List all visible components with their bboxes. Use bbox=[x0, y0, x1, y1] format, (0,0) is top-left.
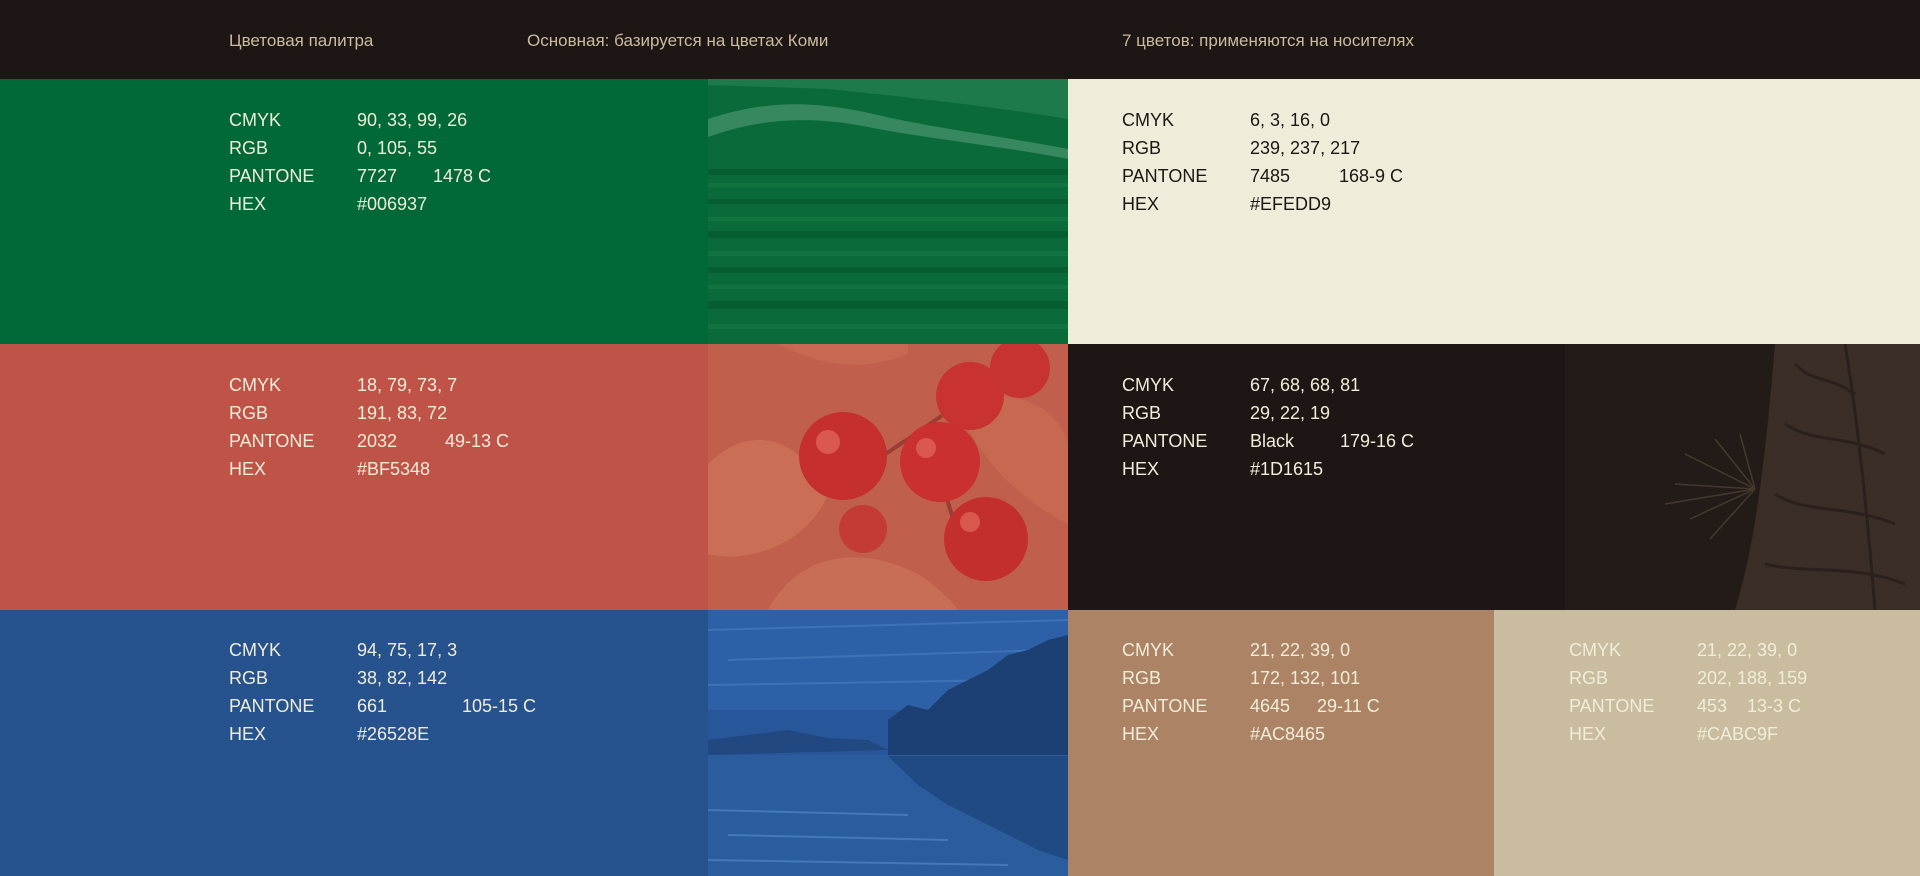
label-cmyk: CMYK bbox=[1122, 375, 1175, 395]
value-rgb: 38, 82, 142 bbox=[357, 668, 448, 688]
main-colors-caption: Основная: базируется на цветах Коми bbox=[527, 31, 829, 50]
swatch-red bbox=[0, 344, 708, 610]
value-rgb: 29, 22, 19 bbox=[1250, 403, 1331, 423]
label-cmyk: CMYK bbox=[1122, 110, 1175, 130]
swatch-cream bbox=[1068, 79, 1920, 344]
value-hex: #EFEDD9 bbox=[1250, 194, 1332, 214]
secondary-colors-caption: 7 цветов: применяются на носителях bbox=[1122, 31, 1414, 50]
value-hex: #26528E bbox=[357, 724, 430, 744]
pine-bark-photo bbox=[1565, 344, 1920, 610]
value-pantone: Black bbox=[1250, 431, 1295, 451]
label-rgb: RGB bbox=[229, 403, 269, 423]
label-hex: HEX bbox=[229, 724, 267, 744]
label-pantone: PANTONE bbox=[1569, 696, 1655, 716]
forest-lake-photo bbox=[708, 610, 1068, 876]
value-pantone: 453 bbox=[1697, 696, 1728, 716]
label-rgb: RGB bbox=[229, 138, 269, 158]
value-hex: #BF5348 bbox=[357, 459, 431, 479]
value-pantone: 7727 bbox=[357, 166, 398, 186]
value-rgb: 0, 105, 55 bbox=[357, 138, 438, 158]
forest-river-photo bbox=[708, 79, 1068, 344]
palette-title: Цветовая палитра bbox=[229, 31, 374, 50]
label-hex: HEX bbox=[1122, 724, 1160, 744]
label-cmyk: CMYK bbox=[229, 375, 282, 395]
value-pantone-alt: 49-13 C bbox=[445, 431, 510, 451]
label-rgb: RGB bbox=[1569, 668, 1609, 688]
value-cmyk: 18, 79, 73, 7 bbox=[357, 375, 458, 395]
swatch-green bbox=[0, 79, 708, 344]
label-rgb: RGB bbox=[1122, 668, 1162, 688]
value-pantone-alt: 1478 C bbox=[433, 166, 492, 186]
label-rgb: RGB bbox=[229, 668, 269, 688]
value-rgb: 172, 132, 101 bbox=[1250, 668, 1361, 688]
value-pantone-alt: 13-3 C bbox=[1747, 696, 1802, 716]
label-cmyk: CMYK bbox=[229, 110, 282, 130]
value-rgb: 239, 237, 217 bbox=[1250, 138, 1361, 158]
value-pantone: 2032 bbox=[357, 431, 398, 451]
lingonberry-photo bbox=[708, 344, 1068, 610]
label-cmyk: CMYK bbox=[1569, 640, 1622, 660]
label-pantone: PANTONE bbox=[1122, 696, 1208, 716]
value-cmyk: 6, 3, 16, 0 bbox=[1250, 110, 1331, 130]
label-cmyk: CMYK bbox=[229, 640, 282, 660]
value-hex: #CABC9F bbox=[1697, 724, 1779, 744]
value-hex: #006937 bbox=[357, 194, 428, 214]
value-pantone: 4645 bbox=[1250, 696, 1291, 716]
value-pantone-alt: 105-15 C bbox=[462, 696, 537, 716]
header-bar: Цветовая палитра Основная: базируется на… bbox=[0, 0, 1920, 79]
value-rgb: 191, 83, 72 bbox=[357, 403, 448, 423]
value-hex: #1D1615 bbox=[1250, 459, 1324, 479]
value-cmyk: 21, 22, 39, 0 bbox=[1250, 640, 1351, 660]
label-rgb: RGB bbox=[1122, 403, 1162, 423]
label-hex: HEX bbox=[229, 194, 267, 214]
swatch-blue bbox=[0, 610, 708, 876]
value-pantone-alt: 179-16 C bbox=[1340, 431, 1415, 451]
color-palette-page: Цветовая палитра Основная: базируется на… bbox=[0, 0, 1920, 876]
label-rgb: RGB bbox=[1122, 138, 1162, 158]
label-pantone: PANTONE bbox=[1122, 166, 1208, 186]
label-pantone: PANTONE bbox=[229, 166, 315, 186]
value-pantone: 7485 bbox=[1250, 166, 1291, 186]
value-cmyk: 90, 33, 99, 26 bbox=[357, 110, 468, 130]
label-hex: HEX bbox=[229, 459, 267, 479]
label-cmyk: CMYK bbox=[1122, 640, 1175, 660]
label-hex: HEX bbox=[1122, 459, 1160, 479]
label-hex: HEX bbox=[1122, 194, 1160, 214]
value-cmyk: 21, 22, 39, 0 bbox=[1697, 640, 1798, 660]
value-cmyk: 94, 75, 17, 3 bbox=[357, 640, 458, 660]
value-rgb: 202, 188, 159 bbox=[1697, 668, 1808, 688]
value-pantone: 661 bbox=[357, 696, 388, 716]
value-pantone-alt: 168-9 C bbox=[1339, 166, 1404, 186]
value-hex: #AC8465 bbox=[1250, 724, 1326, 744]
label-hex: HEX bbox=[1569, 724, 1607, 744]
label-pantone: PANTONE bbox=[229, 696, 315, 716]
label-pantone: PANTONE bbox=[1122, 431, 1208, 451]
value-cmyk: 67, 68, 68, 81 bbox=[1250, 375, 1361, 395]
value-pantone-alt: 29-11 C bbox=[1317, 696, 1380, 716]
label-pantone: PANTONE bbox=[229, 431, 315, 451]
